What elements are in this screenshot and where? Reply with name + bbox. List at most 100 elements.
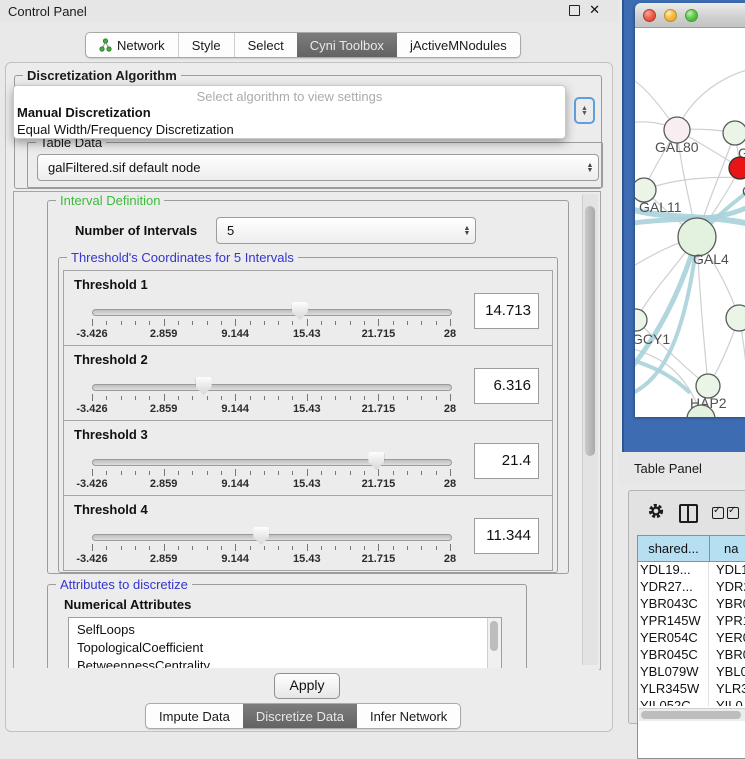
table-panel: Table Panel shared... na [618, 452, 745, 745]
table-row[interactable]: YDR27... YDR2 [638, 579, 745, 596]
scrollbar-thumb[interactable] [641, 711, 741, 719]
tab-label: Cyni Toolbox [310, 38, 384, 53]
attribute-list-item[interactable]: TopologicalCoefficient [77, 639, 501, 657]
tab-infer-network[interactable]: Infer Network [357, 704, 460, 728]
split-columns-icon[interactable] [679, 504, 698, 523]
top-tab-bar: Network Style Select Cyni Toolbox jActiv… [85, 32, 521, 58]
tab-discretize-data[interactable]: Discretize Data [243, 704, 357, 728]
float-panel-icon[interactable] [569, 5, 580, 16]
table-row[interactable]: YIL052C YIL0 [638, 698, 745, 706]
threshold-value-field[interactable]: 11.344 [474, 518, 539, 554]
scrollbar-thumb[interactable] [585, 206, 595, 456]
tick-label: 28 [444, 403, 456, 415]
network-edge[interactable] [644, 177, 745, 190]
cell-shared-name: YIL052C [638, 698, 709, 706]
threshold-value-field[interactable]: 14.713 [474, 293, 539, 329]
threshold-slider[interactable]: -3.4262.8599.14415.4321.71528 [92, 301, 452, 341]
tab-impute-data[interactable]: Impute Data [146, 704, 243, 728]
threshold-value-field[interactable]: 21.4 [474, 443, 539, 479]
attribute-list-item[interactable]: SelfLoops [77, 621, 501, 639]
threshold-value-field[interactable]: 6.316 [474, 368, 539, 404]
network-canvas[interactable]: GAL80GACGAL11GAL4GCY1HHAP2 [635, 28, 745, 417]
threshold-label: Threshold 2 [74, 352, 148, 367]
slider-track[interactable] [92, 384, 452, 391]
scrollbar-thumb[interactable] [490, 621, 498, 651]
apply-bar: Apply [13, 668, 599, 703]
threshold-panel: Threshold 4 -3.4262.8599.14415.4321.7152… [63, 495, 553, 571]
attributes-scrollbar[interactable] [487, 618, 501, 670]
slider-ticks [92, 319, 450, 328]
tick-label: 21.715 [362, 478, 396, 490]
cell-shared-name: YDL19... [638, 562, 709, 579]
slider-thumb[interactable] [368, 452, 384, 470]
slider-tick-labels: -3.4262.8599.14415.4321.71528 [92, 403, 450, 415]
table-row[interactable]: YDL19... YDL1 [638, 562, 745, 579]
tick-label: -3.426 [76, 328, 107, 340]
minimize-light-icon[interactable] [664, 9, 677, 22]
tab-network[interactable]: Network [86, 33, 178, 57]
cell-name: YBR0 [709, 647, 745, 664]
network-node[interactable] [723, 121, 745, 145]
gear-icon[interactable] [647, 502, 665, 525]
network-node[interactable] [635, 309, 647, 331]
table-row[interactable]: YBR043C YBR0 [638, 596, 745, 613]
tick-label: 15.43 [293, 328, 321, 340]
checkbox-icon[interactable] [712, 507, 724, 519]
tab-cyni-toolbox[interactable]: Cyni Toolbox [297, 33, 397, 57]
network-window-titlebar [635, 3, 745, 28]
network-view-frame: GAL80GACGAL11GAL4GCY1HHAP2 [622, 0, 745, 452]
settings-vertical-scrollbar[interactable] [582, 194, 598, 665]
table-data-combobox[interactable]: galFiltered.sif default node ▲▼ [37, 154, 599, 181]
number-of-intervals-label: Number of Intervals [75, 223, 197, 238]
cell-name: YLR3 [709, 681, 745, 698]
threshold-slider[interactable]: -3.4262.8599.14415.4321.71528 [92, 526, 452, 566]
dropdown-option-equal-width[interactable]: Equal Width/Frequency Discretization [14, 121, 565, 138]
tick-label: 28 [444, 328, 456, 340]
threshold-label: Threshold 3 [74, 427, 148, 442]
group-title: Attributes to discretize [56, 577, 192, 592]
slider-thumb[interactable] [292, 302, 308, 320]
interval-definition-group: Interval Definition Number of Intervals … [47, 200, 569, 574]
tab-jactivemnodules[interactable]: jActiveMNodules [397, 33, 520, 57]
threshold-slider[interactable]: -3.4262.8599.14415.4321.71528 [92, 451, 452, 491]
table-row[interactable]: YER054C YER0 [638, 630, 745, 647]
slider-thumb[interactable] [253, 527, 269, 545]
tab-select[interactable]: Select [234, 33, 297, 57]
slider-ticks [92, 544, 450, 553]
threshold-slider[interactable]: -3.4262.8599.14415.4321.71528 [92, 376, 452, 416]
column-header-shared-name[interactable]: shared... [638, 536, 710, 561]
close-light-icon[interactable] [643, 9, 656, 22]
tab-label: Select [248, 38, 284, 53]
cell-shared-name: YDR27... [638, 579, 709, 596]
dropdown-option-manual[interactable]: Manual Discretization [14, 104, 565, 121]
table-row[interactable]: YLR345W YLR3 [638, 681, 745, 698]
number-of-intervals-combobox[interactable]: 5 ▲▼ [216, 217, 476, 244]
tab-label: Style [192, 38, 221, 53]
table-panel-body: shared... na YDL19... YDL1 YDR27... YDR2… [628, 490, 745, 724]
cell-shared-name: YBR045C [638, 647, 709, 664]
table-row[interactable]: YPR145W YPR1 [638, 613, 745, 630]
slider-track[interactable] [92, 534, 452, 541]
table-row[interactable]: YBR045C YBR0 [638, 647, 745, 664]
group-title: Discretization Algorithm [23, 68, 181, 83]
table-horizontal-scrollbar[interactable] [639, 708, 745, 721]
slider-track[interactable] [92, 309, 452, 316]
checkbox-icon[interactable] [727, 507, 739, 519]
apply-button[interactable]: Apply [274, 673, 340, 699]
zoom-light-icon[interactable] [685, 9, 698, 22]
slider-tick-labels: -3.4262.8599.14415.4321.71528 [92, 553, 450, 565]
network-node[interactable] [726, 305, 745, 331]
column-header-name[interactable]: na [710, 536, 745, 561]
tick-label: 15.43 [293, 403, 321, 415]
slider-thumb[interactable] [196, 377, 212, 395]
close-panel-icon[interactable]: ✕ [589, 3, 600, 17]
tick-label: 28 [444, 553, 456, 565]
table-row[interactable]: YBL079W YBL0 [638, 664, 745, 681]
algorithm-combobox-spinner[interactable]: ▲▼ [574, 97, 595, 124]
network-node[interactable] [729, 157, 745, 179]
cell-name: YDR2 [709, 579, 745, 596]
slider-track[interactable] [92, 459, 452, 466]
cell-name: YBR0 [709, 596, 745, 613]
tab-style[interactable]: Style [178, 33, 234, 57]
numerical-attributes-list[interactable]: SelfLoopsTopologicalCoefficientBetweenne… [68, 617, 502, 670]
